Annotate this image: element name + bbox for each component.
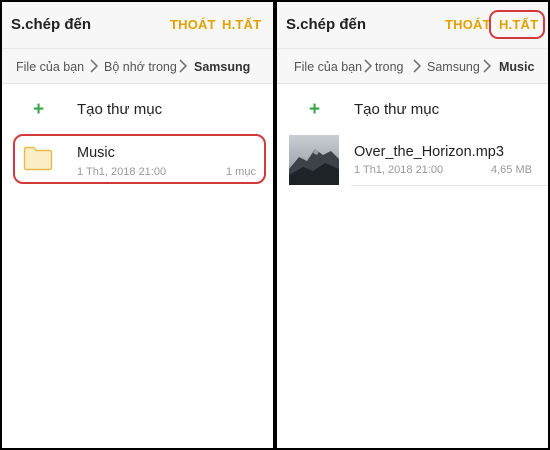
breadcrumb-item-root[interactable]: File của bạn bbox=[294, 60, 362, 74]
item-count: 1 mục bbox=[226, 166, 256, 178]
create-folder-row[interactable]: + Tạo thư mục bbox=[2, 98, 273, 122]
create-folder-label: Tạo thư mục bbox=[77, 101, 163, 118]
chevron-right-icon bbox=[90, 59, 98, 73]
chevron-right-icon bbox=[364, 59, 372, 73]
breadcrumb-item-internal[interactable]: trong bbox=[375, 60, 404, 74]
breadcrumb-item-internal[interactable]: Bộ nhớ trong bbox=[104, 60, 177, 74]
chevron-right-icon bbox=[483, 59, 491, 73]
breadcrumb: File của bạn trong Samsung Music bbox=[277, 49, 548, 84]
item-size: 4,65 MB bbox=[491, 164, 532, 176]
item-date: 1 Th1, 2018 21:00 bbox=[77, 166, 167, 178]
create-folder-row[interactable]: + Tạo thư mục bbox=[277, 98, 548, 122]
breadcrumb-item-samsung[interactable]: Samsung bbox=[427, 60, 480, 74]
list-item[interactable]: Over_the_Horizon.mp3 1 Th1, 2018 21:00 4… bbox=[277, 135, 548, 185]
app-bar: S.chép đến THOÁT H.TẤT bbox=[2, 2, 273, 49]
left-screen: S.chép đến THOÁT H.TẤT File của bạn Bộ n… bbox=[2, 2, 273, 448]
page-title: S.chép đến bbox=[286, 16, 367, 33]
item-date: 1 Th1, 2018 21:00 bbox=[354, 164, 444, 176]
chevron-right-icon bbox=[179, 59, 187, 73]
plus-icon: + bbox=[33, 99, 45, 120]
folder-icon bbox=[23, 146, 53, 171]
exit-button[interactable]: THOÁT bbox=[170, 17, 216, 32]
item-name: Music bbox=[77, 145, 115, 161]
exit-button[interactable]: THOÁT bbox=[445, 17, 491, 32]
breadcrumb: File của bạn Bộ nhớ trong Samsung bbox=[2, 49, 273, 84]
album-art-thumbnail bbox=[289, 135, 339, 185]
highlight-outline bbox=[489, 10, 545, 39]
app-bar: S.chép đến THOÁT H.TẤT bbox=[277, 2, 548, 49]
breadcrumb-item-root[interactable]: File của bạn bbox=[16, 60, 84, 74]
create-folder-label: Tạo thư mục bbox=[354, 101, 440, 118]
item-name: Over_the_Horizon.mp3 bbox=[354, 144, 504, 160]
done-button[interactable]: H.TẤT bbox=[222, 17, 261, 32]
chevron-right-icon bbox=[413, 59, 421, 73]
breadcrumb-item-current: Samsung bbox=[194, 60, 251, 74]
list-item[interactable]: Music 1 Th1, 2018 21:00 1 mục bbox=[2, 138, 273, 180]
plus-icon: + bbox=[309, 99, 321, 120]
divider bbox=[351, 185, 548, 186]
breadcrumb-item-current: Music bbox=[499, 60, 535, 74]
page-title: S.chép đến bbox=[11, 16, 92, 33]
right-screen: S.chép đến THOÁT H.TẤT File của bạn tron… bbox=[277, 2, 548, 448]
